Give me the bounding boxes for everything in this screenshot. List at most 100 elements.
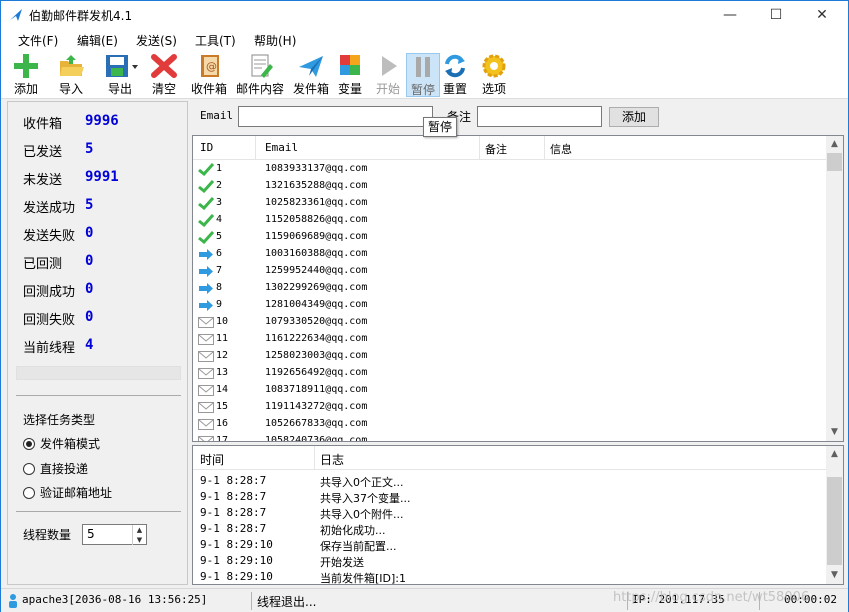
row-email: 1161222634@qq.com bbox=[265, 333, 368, 344]
title-bar: 伯勤邮件群发机4.1 — ☐ ✕ bbox=[1, 1, 848, 29]
log-row: 9-1 8:28:7 共导入37个变量... bbox=[193, 489, 826, 505]
stat-send-failed: 发送失败 0 bbox=[23, 225, 94, 244]
row-id: 6 bbox=[216, 248, 223, 259]
radio-verify-address[interactable]: 验证邮箱地址 bbox=[23, 484, 112, 501]
app-logo-icon bbox=[10, 9, 22, 21]
stats-panel: 收件箱 9996 已发送 5 未发送 9991 发送成功 5 发送失败 0 已回测 0 回测… bbox=[7, 101, 188, 585]
row-id: 9 bbox=[216, 299, 223, 310]
minimize-button[interactable]: — bbox=[707, 1, 753, 29]
recipient-list[interactable]: ID Email 备注 信息 1 1083933137@qq.com 2 132163… bbox=[192, 135, 844, 442]
row-id: 16 bbox=[216, 418, 229, 429]
log-time: 9-1 8:28:7 bbox=[200, 506, 267, 519]
maximize-button[interactable]: ☐ bbox=[753, 1, 799, 29]
log-row: 9-1 8:28:7 共导入0个附件... bbox=[193, 505, 826, 521]
row-id: 4 bbox=[216, 214, 223, 225]
table-row[interactable]: 4 1152058826@qq.com bbox=[193, 212, 826, 229]
envelope-icon bbox=[198, 350, 214, 366]
check-icon bbox=[198, 196, 215, 213]
close-button[interactable]: ✕ bbox=[799, 1, 845, 29]
progress-bar bbox=[16, 366, 181, 380]
reset-button[interactable]: 重置 bbox=[441, 53, 469, 97]
table-row[interactable]: 11 1161222634@qq.com bbox=[193, 331, 826, 348]
table-row[interactable]: 15 1191143272@qq.com bbox=[193, 399, 826, 416]
col-time[interactable]: 时间 bbox=[200, 451, 224, 468]
table-row[interactable]: 2 1321635288@qq.com bbox=[193, 178, 826, 195]
row-email: 1281004349@qq.com bbox=[265, 299, 368, 310]
note-input[interactable] bbox=[477, 106, 602, 127]
log-scrollbar[interactable]: ▲ ▼ bbox=[826, 446, 843, 584]
radio-direct-delivery[interactable]: 直接投递 bbox=[23, 460, 88, 477]
table-row[interactable]: 3 1025823361@qq.com bbox=[193, 195, 826, 212]
row-id: 17 bbox=[216, 435, 229, 442]
add-email-button[interactable]: 添加 bbox=[609, 107, 659, 127]
menu-tools[interactable]: 工具(T) bbox=[195, 32, 236, 49]
toolbar: 添加 导入 导出 清空 @ 收件箱 邮件内容 发件箱 变量 开始 暂停 重置 选… bbox=[1, 51, 848, 99]
table-row[interactable]: 1 1083933137@qq.com bbox=[193, 161, 826, 178]
log-message: 共导入0个正文... bbox=[320, 476, 404, 489]
envelope-icon bbox=[198, 435, 214, 441]
email-input[interactable] bbox=[238, 106, 433, 127]
col-info[interactable]: 信息 bbox=[550, 141, 572, 157]
list-header: ID Email 备注 信息 bbox=[193, 136, 826, 160]
table-row[interactable]: 5 1159069689@qq.com bbox=[193, 229, 826, 246]
list-scrollbar[interactable]: ▲ ▼ bbox=[826, 136, 843, 441]
envelope-icon bbox=[198, 418, 214, 434]
col-id[interactable]: ID bbox=[200, 141, 213, 154]
table-row[interactable]: 13 1192656492@qq.com bbox=[193, 365, 826, 382]
clear-button[interactable]: 清空 bbox=[148, 53, 180, 97]
table-row[interactable]: 12 1258023003@qq.com bbox=[193, 348, 826, 365]
threads-stepper[interactable]: 5 ▲ ▼ bbox=[82, 524, 147, 545]
address-book-icon: @ bbox=[201, 55, 219, 77]
scroll-thumb[interactable] bbox=[827, 153, 842, 171]
col-log[interactable]: 日志 bbox=[320, 451, 344, 468]
table-row[interactable]: 7 1259952440@qq.com bbox=[193, 263, 826, 280]
stat-tested: 已回测 0 bbox=[23, 253, 94, 272]
table-row[interactable]: 16 1052667833@qq.com bbox=[193, 416, 826, 433]
sendbox-button[interactable]: 发件箱 bbox=[290, 53, 332, 97]
arrow-right-icon bbox=[198, 265, 214, 281]
add-button[interactable]: 添加 bbox=[9, 53, 43, 97]
table-row[interactable]: 17 1058240736@qq.com bbox=[193, 433, 826, 442]
export-button[interactable]: 导出 bbox=[98, 53, 142, 97]
col-note[interactable]: 备注 bbox=[485, 141, 507, 157]
scroll-up-icon[interactable]: ▲ bbox=[826, 446, 843, 463]
log-message: 共导入0个附件... bbox=[320, 508, 404, 521]
stepper-down-icon[interactable]: ▼ bbox=[132, 535, 146, 545]
scroll-up-icon[interactable]: ▲ bbox=[826, 136, 843, 153]
menu-send[interactable]: 发送(S) bbox=[136, 32, 177, 49]
svg-text:@: @ bbox=[206, 60, 217, 73]
import-button[interactable]: 导入 bbox=[54, 53, 88, 97]
col-email[interactable]: Email bbox=[265, 141, 298, 154]
scroll-thumb[interactable] bbox=[827, 477, 842, 565]
table-row[interactable]: 14 1083718911@qq.com bbox=[193, 382, 826, 399]
variable-button[interactable]: 变量 bbox=[336, 53, 364, 97]
table-row[interactable]: 9 1281004349@qq.com bbox=[193, 297, 826, 314]
check-icon bbox=[198, 162, 215, 179]
blocks-icon bbox=[340, 55, 360, 75]
log-panel[interactable]: 时间 日志 9-1 8:28:7 共导入0个正文... 9-1 8:28:7 共导入3… bbox=[192, 445, 844, 585]
scroll-down-icon[interactable]: ▼ bbox=[826, 424, 843, 441]
scroll-down-icon[interactable]: ▼ bbox=[826, 567, 843, 584]
row-email: 1083718911@qq.com bbox=[265, 384, 368, 395]
options-button[interactable]: 选项 bbox=[479, 53, 509, 97]
menu-edit[interactable]: 编辑(E) bbox=[77, 32, 118, 49]
outbox-button[interactable]: @ 收件箱 bbox=[188, 53, 230, 97]
mail-content-button[interactable]: 邮件内容 bbox=[234, 53, 286, 97]
stepper-up-icon[interactable]: ▲ bbox=[132, 525, 146, 535]
radio-outbox-mode[interactable]: 发件箱模式 bbox=[23, 435, 100, 452]
pause-button[interactable]: 暂停 bbox=[406, 53, 440, 97]
table-row[interactable]: 10 1079330520@qq.com bbox=[193, 314, 826, 331]
plus-icon bbox=[14, 54, 38, 78]
row-email: 1258023003@qq.com bbox=[265, 350, 368, 361]
log-row: 9-1 8:29:10 开始发送 bbox=[193, 553, 826, 569]
table-row[interactable]: 8 1302299269@qq.com bbox=[193, 280, 826, 297]
menu-help[interactable]: 帮助(H) bbox=[254, 32, 296, 49]
log-message: 当前发件箱[ID]:1 bbox=[320, 572, 407, 585]
document-edit-icon bbox=[251, 54, 273, 78]
stat-test-success: 回测成功 0 bbox=[23, 281, 94, 300]
check-icon bbox=[198, 230, 215, 247]
start-button[interactable]: 开始 bbox=[372, 53, 404, 97]
table-row[interactable]: 6 1003160388@qq.com bbox=[193, 246, 826, 263]
menu-file[interactable]: 文件(F) bbox=[18, 32, 58, 49]
save-disk-icon bbox=[106, 55, 138, 77]
